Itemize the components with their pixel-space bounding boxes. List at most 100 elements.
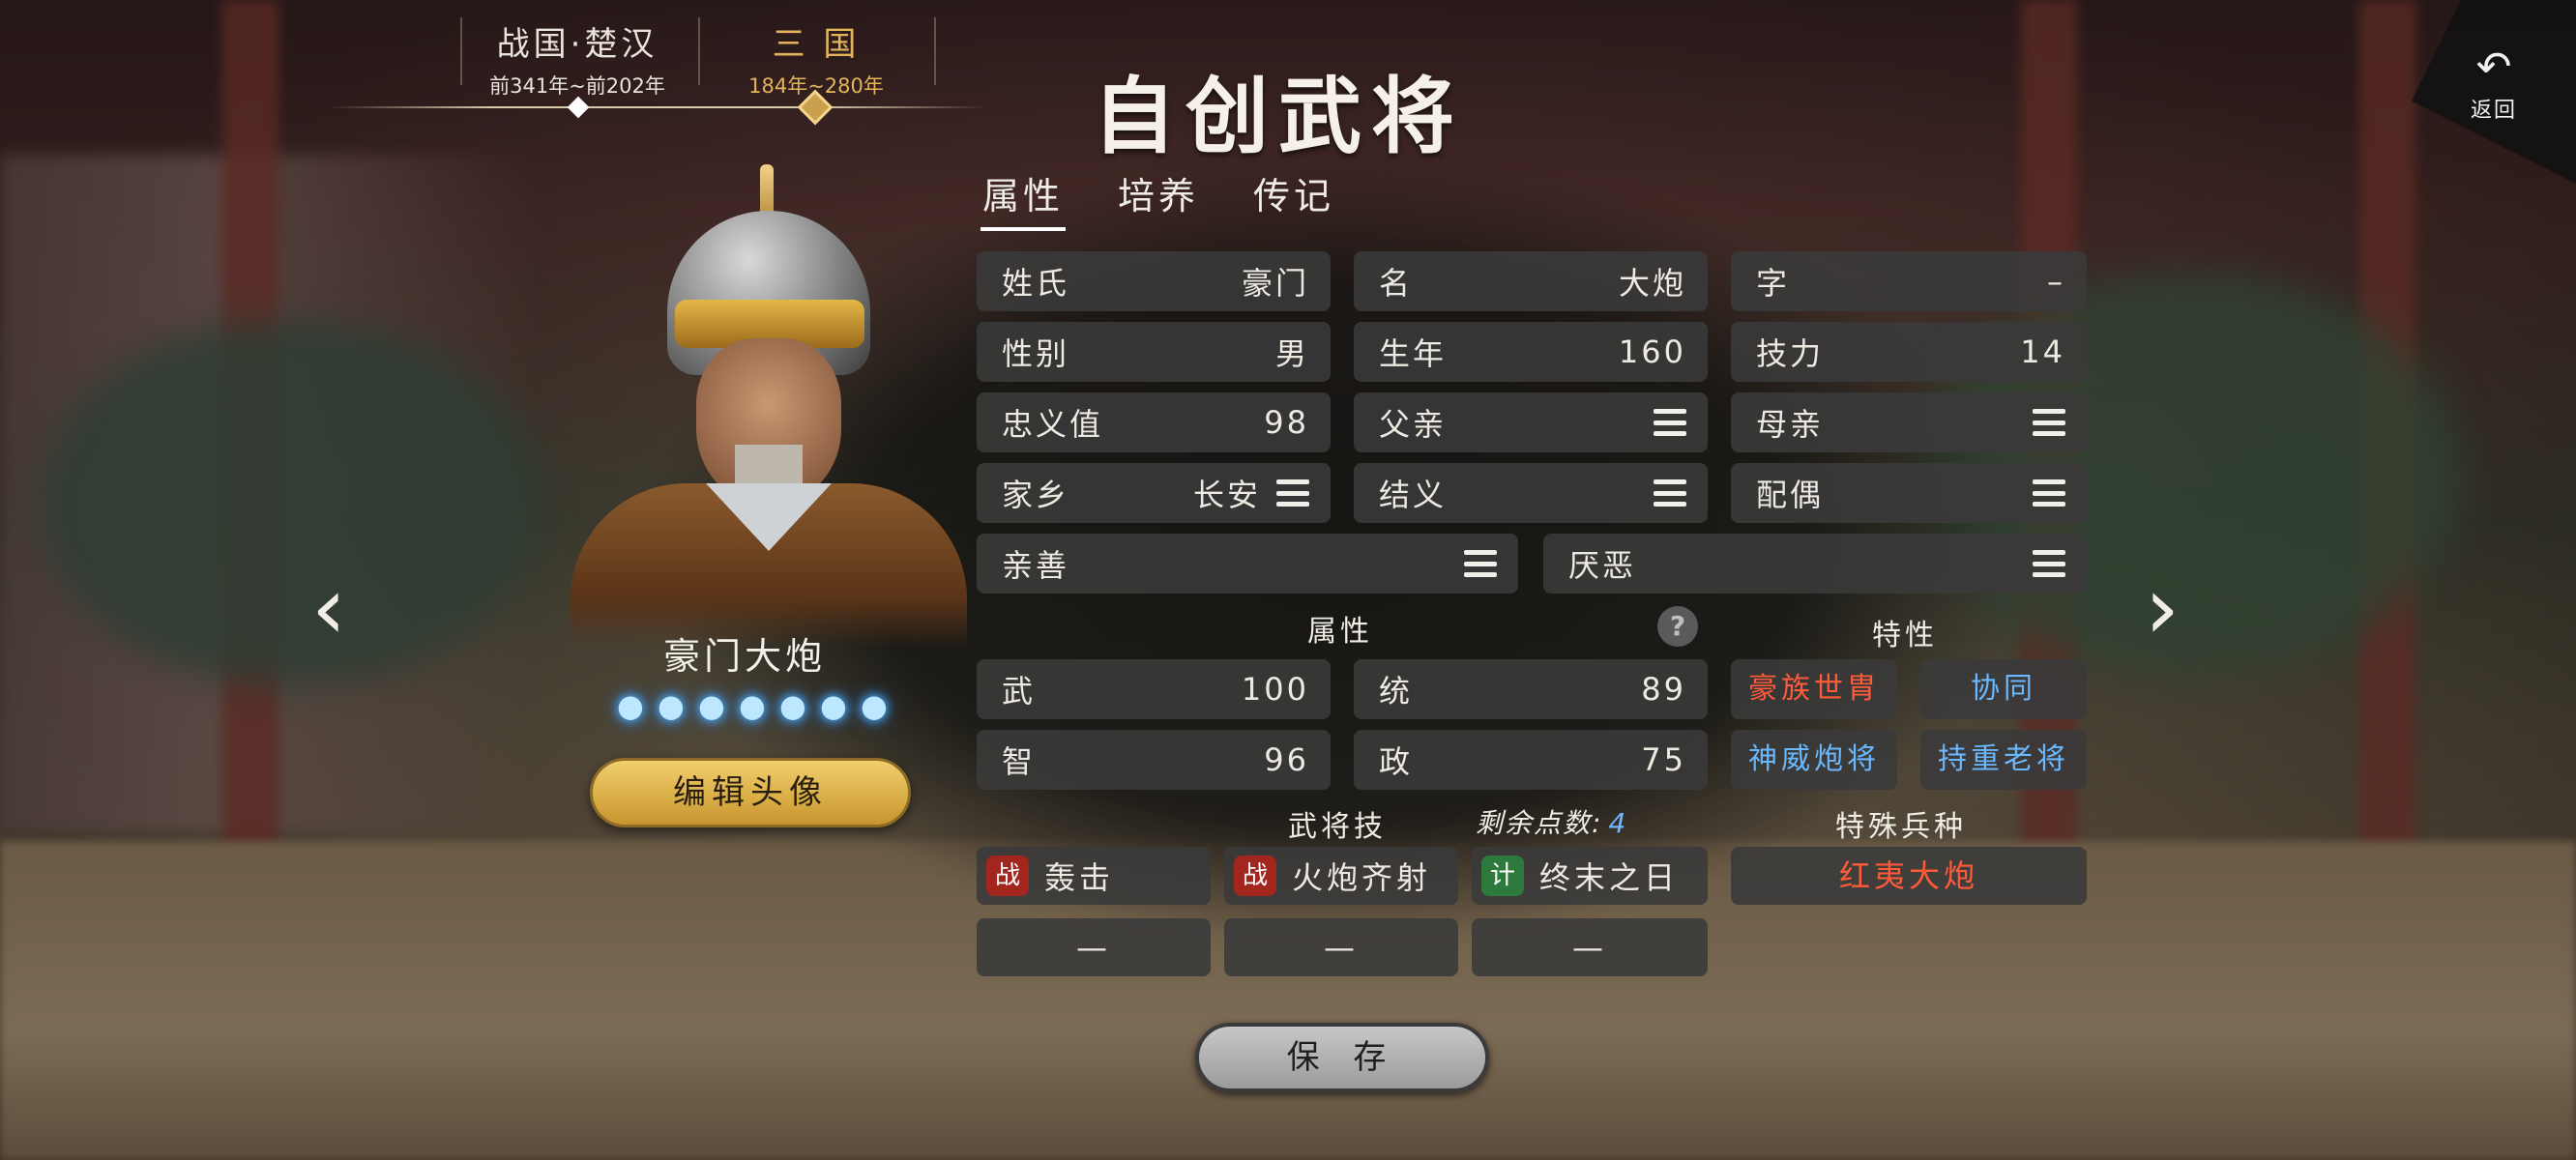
field-label: 统 (1379, 673, 1414, 710)
edit-avatar-button[interactable]: 编辑头像 (590, 758, 911, 827)
command-attribute[interactable]: 统 89 (1354, 659, 1708, 719)
gender-field[interactable]: 性别 男 (977, 322, 1331, 382)
birth-year-field[interactable]: 生年 160 (1354, 322, 1708, 382)
strategy-tag: 计 (1481, 856, 1524, 896)
intelligence-attribute[interactable]: 智 96 (977, 730, 1331, 790)
special-troop-slot[interactable]: 红夷大炮 (1731, 847, 2087, 905)
era-title: 三 国 (772, 25, 861, 64)
menu-icon[interactable] (2033, 550, 2065, 577)
father-field[interactable]: 父亲 (1354, 392, 1708, 452)
traits-heading: 特性 (1872, 619, 1938, 652)
back-label: 返回 (2470, 99, 2517, 123)
back-button[interactable]: ↶ 返回 (2460, 46, 2528, 124)
empty-skill-slot[interactable]: — (1224, 918, 1458, 976)
menu-icon[interactable] (1654, 409, 1686, 436)
menu-icon[interactable] (2033, 479, 2065, 507)
field-label: 厌恶 (1568, 547, 1637, 584)
hometown-field[interactable]: 家乡 长安 (977, 463, 1331, 523)
save-button[interactable]: 保 存 (1195, 1023, 1489, 1092)
field-value: 男 (1274, 335, 1309, 372)
help-icon[interactable]: ? (1657, 606, 1698, 647)
era-option-three-kingdoms[interactable]: 三 国 184年~280年 (700, 17, 932, 100)
undo-arrow-icon: ↶ (2475, 43, 2512, 92)
tab-training[interactable]: 培养 (1118, 166, 1199, 231)
background-hall (0, 155, 542, 831)
field-value: 100 (1241, 671, 1309, 708)
trait-item[interactable]: 协同 (1920, 659, 2087, 719)
hero-portrait (561, 164, 977, 648)
menu-icon[interactable] (1654, 479, 1686, 507)
flame-icon: ● (861, 687, 888, 724)
field-label: 智 (1002, 743, 1037, 780)
field-value: 豪门 (1241, 265, 1309, 302)
skill-slot[interactable]: 计 终末之日 (1472, 847, 1708, 905)
era-selector: 战国·楚汉 前341年~前202年 三 国 184年~280年 (329, 0, 986, 126)
field-label: 名 (1379, 265, 1414, 302)
skill-name: 终末之日 (1539, 859, 1680, 896)
field-label: 姓氏 (1002, 265, 1070, 302)
sworn-brother-field[interactable]: 结义 (1354, 463, 1708, 523)
field-label: 结义 (1379, 477, 1448, 513)
battle-tag: 战 (1234, 856, 1276, 896)
background-pillar (222, 0, 278, 870)
field-label: 忠义值 (1002, 406, 1104, 443)
empty-skill-slot[interactable]: — (977, 918, 1211, 976)
tab-biography[interactable]: 传记 (1253, 166, 1334, 231)
skills-heading: 武将技 (1288, 810, 1387, 844)
empty-skill-slot[interactable]: — (1472, 918, 1708, 976)
era-marker[interactable] (567, 96, 590, 119)
trait-item[interactable]: 持重老将 (1920, 730, 2087, 790)
field-value: 长安 (1192, 477, 1261, 513)
next-arrow-icon[interactable]: › (2145, 566, 2180, 652)
skill-power-field[interactable]: 技力 14 (1731, 322, 2087, 382)
hero-name: 豪门大炮 (662, 635, 826, 678)
politics-attribute[interactable]: 政 75 (1354, 730, 1708, 790)
previous-arrow-icon[interactable]: ‹ (311, 566, 346, 652)
flame-icon: ● (820, 687, 847, 724)
disliked-field[interactable]: 厌恶 (1543, 534, 2087, 594)
attributes-heading: 属性 (1307, 615, 1373, 649)
era-divider (934, 17, 936, 85)
era-option-warring-states[interactable]: 战国·楚汉 前341年~前202年 (461, 17, 693, 100)
spouse-field[interactable]: 配偶 (1731, 463, 2087, 523)
remaining-points: 剩余点数: 4 (1476, 802, 1627, 841)
rank-flames: ● ● ● ● ● ● ● (607, 686, 897, 725)
field-label: 家乡 (1002, 477, 1070, 513)
skill-slot[interactable]: 战 火炮齐射 (1224, 847, 1458, 905)
skill-name: 火炮齐射 (1292, 859, 1432, 896)
tab-bar: 属性 培养 传记 (980, 166, 1334, 231)
background-tree (39, 319, 542, 686)
field-label: 武 (1002, 673, 1037, 710)
style-name-field[interactable]: 字 – (1731, 251, 2087, 311)
field-label: 母亲 (1756, 406, 1825, 443)
field-value: 98 (1264, 404, 1309, 441)
field-label: 字 (1756, 265, 1791, 302)
era-title: 战国·楚汉 (496, 25, 659, 64)
given-name-field[interactable]: 名 大炮 (1354, 251, 1708, 311)
field-label: 性别 (1002, 335, 1070, 372)
mother-field[interactable]: 母亲 (1731, 392, 2087, 452)
menu-icon[interactable] (1276, 479, 1309, 507)
field-label: 技力 (1756, 335, 1825, 372)
war-attribute[interactable]: 武 100 (977, 659, 1331, 719)
surname-field[interactable]: 姓氏 豪门 (977, 251, 1331, 311)
friendly-field[interactable]: 亲善 (977, 534, 1518, 594)
skill-slot[interactable]: 战 轰击 (977, 847, 1211, 905)
field-value: 160 (1618, 334, 1686, 370)
menu-icon[interactable] (2033, 409, 2065, 436)
page-title: 自创武将 (1093, 68, 1464, 165)
field-value: 89 (1641, 671, 1686, 708)
era-range: 前341年~前202年 (489, 74, 665, 98)
field-label: 亲善 (1002, 547, 1070, 584)
field-value: – (2047, 263, 2065, 300)
menu-icon[interactable] (1464, 550, 1497, 577)
battle-tag: 战 (986, 856, 1029, 896)
field-value: 96 (1264, 741, 1309, 778)
field-label: 父亲 (1379, 406, 1448, 443)
loyalty-field[interactable]: 忠义值 98 (977, 392, 1331, 452)
field-value: 大炮 (1618, 265, 1686, 302)
era-timeline (329, 106, 986, 108)
tab-attributes[interactable]: 属性 (980, 166, 1067, 231)
trait-item[interactable]: 神威炮将 (1731, 730, 1897, 790)
trait-item[interactable]: 豪族世胄 (1731, 659, 1897, 719)
